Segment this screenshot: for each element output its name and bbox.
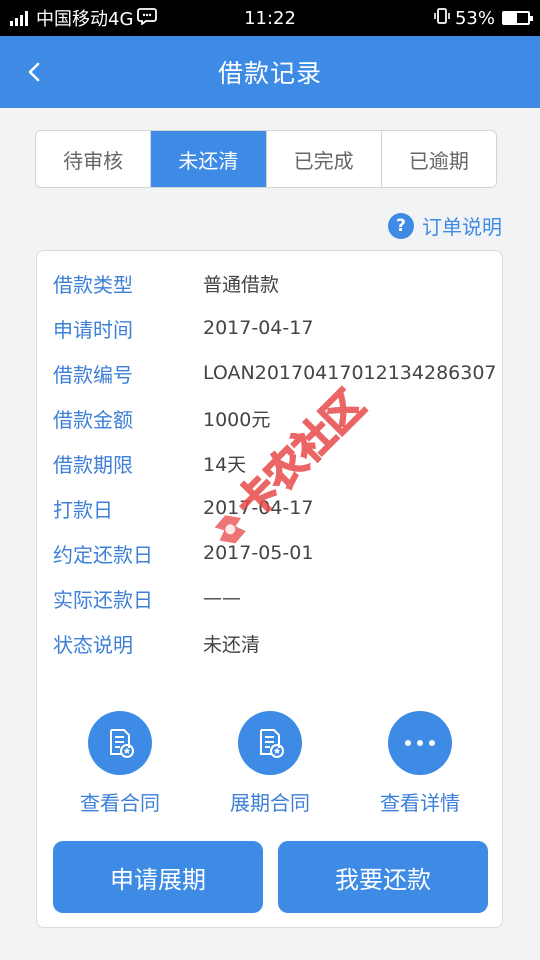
detail-label: 实际还款日 bbox=[53, 587, 153, 612]
back-button[interactable] bbox=[18, 56, 50, 88]
detail-label: 状态说明 bbox=[53, 632, 133, 657]
action-row: 查看合同 展期合同 查看详情 bbox=[37, 711, 502, 821]
tab-completed[interactable]: 已完成 bbox=[267, 131, 382, 187]
status-tabs: 待审核 未还清 已完成 已逾期 bbox=[35, 130, 497, 188]
view-contract-button[interactable]: 查看合同 bbox=[55, 711, 185, 816]
tab-pending[interactable]: 待审核 bbox=[36, 131, 152, 187]
extension-contract-label: 展期合同 bbox=[230, 791, 310, 815]
view-details-button[interactable]: 查看详情 bbox=[355, 711, 485, 816]
page-title: 借款记录 bbox=[217, 59, 322, 88]
detail-label: 借款期限 bbox=[53, 452, 133, 477]
extension-contract-button[interactable]: 展期合同 bbox=[205, 711, 335, 816]
detail-label: 约定还款日 bbox=[53, 542, 153, 567]
battery-percent: 53% bbox=[454, 7, 495, 29]
view-details-label: 查看详情 bbox=[380, 791, 460, 815]
detail-row-term: 借款期限 14天 bbox=[53, 448, 246, 478]
detail-row-payout-date: 打款日 2017-04-17 bbox=[53, 493, 313, 523]
detail-row-amount: 借款金额 1000元 bbox=[53, 403, 270, 433]
detail-value: —— bbox=[203, 587, 241, 609]
loan-card: 借款类型 普通借款 申请时间 2017-04-17 借款编号 LOAN20170… bbox=[36, 250, 503, 928]
question-icon: ? bbox=[388, 212, 414, 239]
status-right: 53% bbox=[433, 7, 533, 30]
vibrate-icon bbox=[433, 7, 451, 30]
detail-value: 2017-04-17 bbox=[203, 317, 314, 339]
detail-value: LOAN20170417012134286307 bbox=[203, 362, 497, 384]
tab-overdue[interactable]: 已逾期 bbox=[382, 131, 496, 187]
more-icon bbox=[388, 711, 452, 775]
repay-button[interactable]: 我要还款 bbox=[278, 841, 488, 913]
app-header: 借款记录 bbox=[0, 36, 540, 108]
detail-row-type: 借款类型 普通借款 bbox=[53, 268, 279, 298]
status-bar: 中国移动4G 11:22 53% bbox=[0, 0, 540, 36]
chat-icon bbox=[137, 7, 158, 30]
detail-row-due-date: 约定还款日 2017-05-01 bbox=[53, 538, 313, 568]
detail-label: 借款金额 bbox=[53, 407, 133, 432]
carrier-label: 中国移动4G bbox=[36, 9, 134, 30]
detail-value: 1000元 bbox=[203, 408, 271, 431]
detail-row-loan-id: 借款编号 LOAN20170417012134286307 bbox=[53, 358, 497, 388]
detail-value: 2017-05-01 bbox=[203, 542, 314, 564]
battery-icon bbox=[502, 11, 533, 25]
signal-icon bbox=[10, 10, 28, 26]
view-contract-label: 查看合同 bbox=[80, 791, 160, 815]
chevron-left-icon bbox=[28, 62, 40, 82]
detail-label: 申请时间 bbox=[53, 317, 133, 342]
detail-label: 打款日 bbox=[53, 497, 113, 522]
app-screen: 中国移动4G 11:22 53% 借款记录 待审核 未还清 已完成 已逾期 ? … bbox=[0, 0, 540, 960]
order-help-link[interactable]: ? 订单说明 bbox=[388, 211, 502, 240]
detail-value: 未还清 bbox=[203, 633, 261, 656]
order-help-label: 订单说明 bbox=[422, 215, 502, 239]
tab-unpaid[interactable]: 未还清 bbox=[151, 131, 267, 187]
status-left: 中国移动4G bbox=[10, 5, 158, 31]
detail-row-apply-time: 申请时间 2017-04-17 bbox=[53, 313, 313, 343]
apply-extension-button[interactable]: 申请展期 bbox=[53, 841, 263, 913]
contract-icon bbox=[238, 711, 302, 775]
detail-row-actual-repay-date: 实际还款日 —— bbox=[53, 583, 241, 613]
detail-value: 14天 bbox=[203, 453, 247, 476]
contract-icon bbox=[88, 711, 152, 775]
detail-row-status: 状态说明 未还清 bbox=[53, 628, 260, 658]
detail-value: 2017-04-17 bbox=[203, 497, 314, 519]
detail-value: 普通借款 bbox=[203, 273, 280, 296]
detail-label: 借款类型 bbox=[53, 272, 133, 297]
detail-label: 借款编号 bbox=[53, 362, 133, 387]
